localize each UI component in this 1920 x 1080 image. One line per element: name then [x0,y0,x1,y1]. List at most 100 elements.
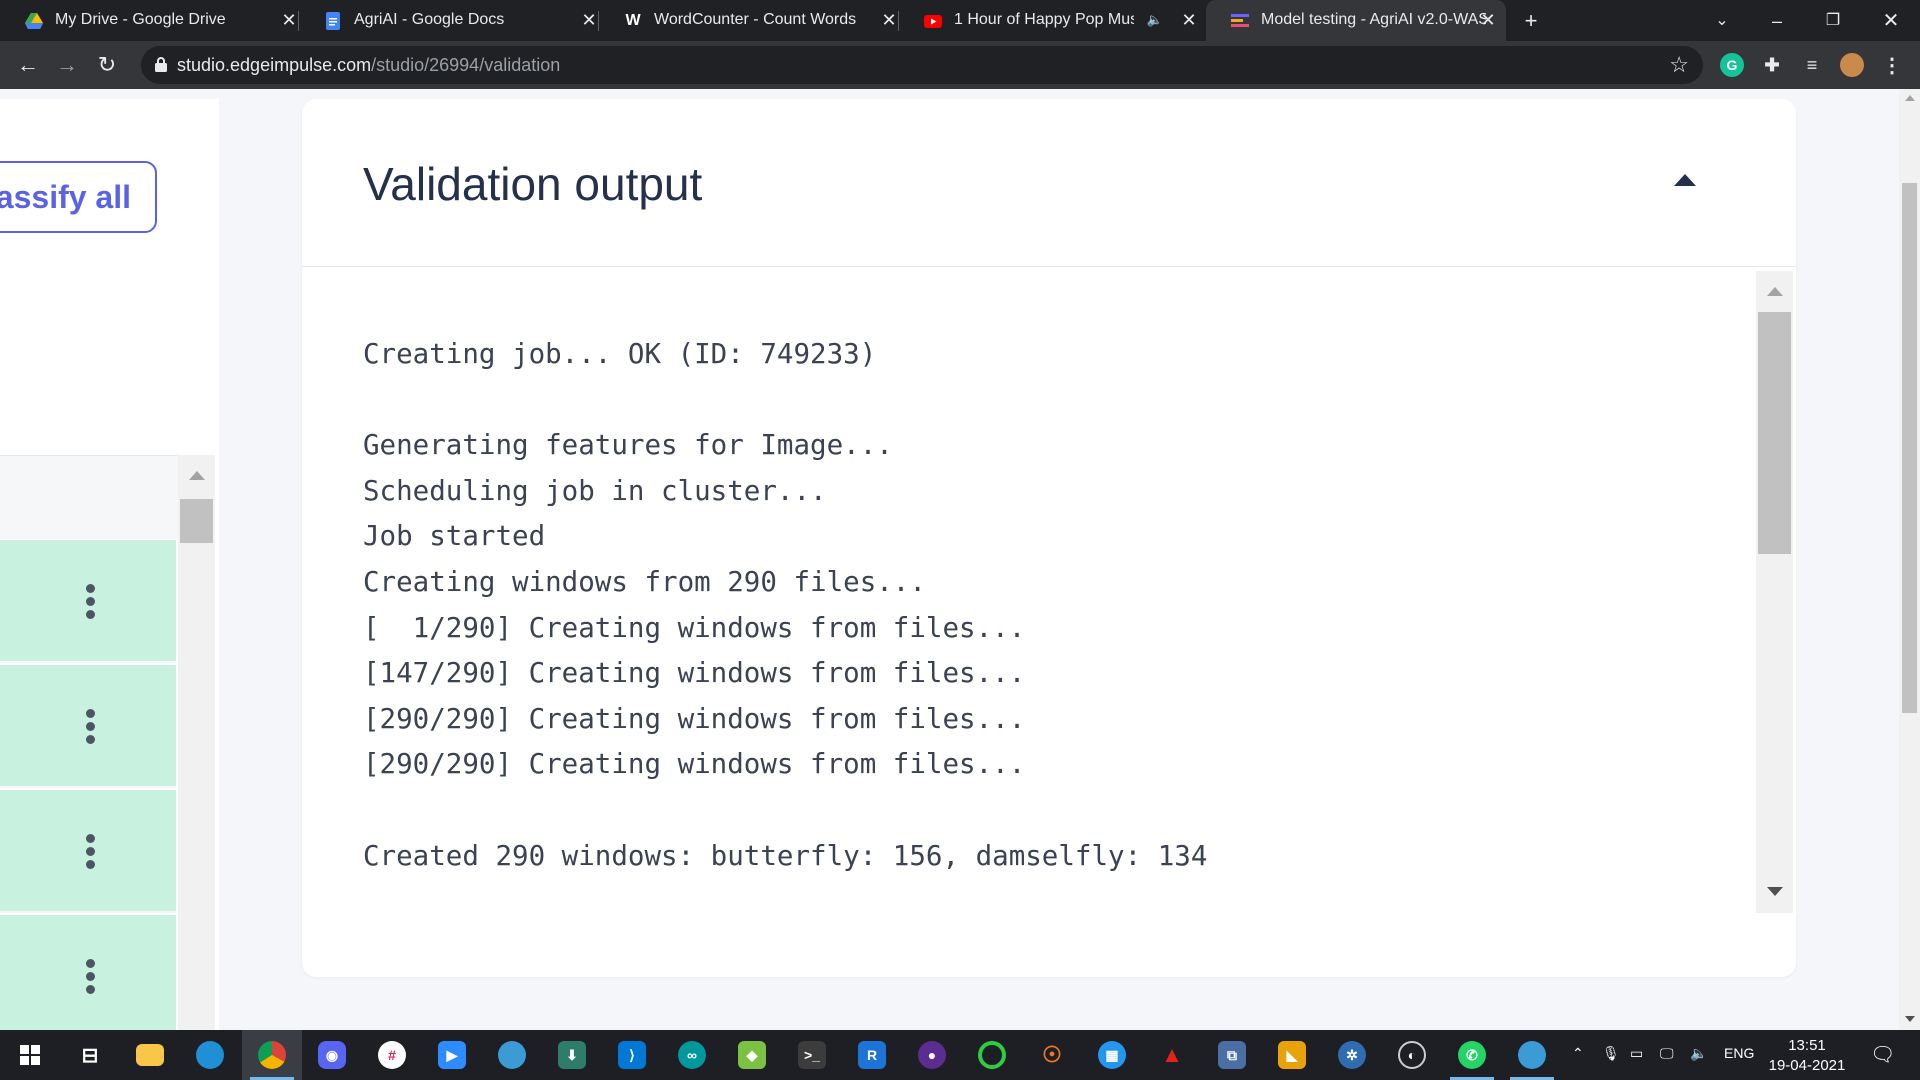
start-button[interactable] [0,1030,60,1080]
system-clock[interactable]: 13:51 19-04-2021 [1760,1036,1854,1076]
chrome-menu-icon[interactable]: ⋮ [1880,53,1904,77]
scroll-up-icon[interactable] [189,471,205,480]
samples-table-header [0,455,178,539]
arduino-icon[interactable]: ∞ [662,1030,722,1080]
window-close-icon[interactable]: ✕ [1876,6,1906,36]
tab-title: Model testing - AgriAI v2.0-WAS [1261,11,1486,28]
jupyter-icon[interactable]: ☉ [1022,1030,1082,1080]
loading-ring-icon[interactable] [962,1030,1022,1080]
whatsapp-glyph: ✆ [1458,1041,1486,1069]
battery-icon[interactable]: ▭ [1630,1045,1643,1062]
microphone-icon[interactable]: 🎙 [1602,1045,1620,1062]
tab-model-testing[interactable]: Model testing - AgriAI v2.0-WAS ✕ [1206,0,1506,41]
slack-icon[interactable]: # [362,1030,422,1080]
scrollbar-thumb[interactable] [1758,312,1791,554]
grammarly-icon[interactable]: G [1720,53,1744,77]
scrollbar-thumb[interactable] [1902,183,1917,713]
file-explorer-icon[interactable] [120,1030,180,1080]
vscode-icon[interactable]: ⟩ [602,1030,662,1080]
edge-browser-icon[interactable] [180,1030,240,1080]
zoom-icon[interactable]: ▶ [422,1030,482,1080]
more-options-icon[interactable] [86,709,96,745]
speaker-icon[interactable]: 🔈 [1144,9,1166,31]
table-row[interactable] [0,915,176,1030]
discord-icon[interactable]: ◉ [302,1030,362,1080]
signal-desktop-icon[interactable] [1502,1030,1562,1080]
tab-google-drive[interactable]: My Drive - Google Drive ✕ [0,0,299,41]
extensions-icon[interactable]: ✚ [1760,53,1784,77]
console-line: Generating features for Image... [363,429,893,462]
acrobat-icon[interactable]: ▲ [1142,1030,1202,1080]
rstudio-icon[interactable]: R [842,1030,902,1080]
more-options-icon[interactable] [86,584,96,620]
aperture-glyph: ✲ [1338,1041,1366,1069]
installer-glyph: ⬇ [558,1041,586,1069]
tab-google-docs[interactable]: AgriAI - Google Docs ✕ [299,0,599,41]
volume-icon[interactable]: 🔈 [1690,1045,1707,1062]
tab-title: My Drive - Google Drive [55,11,226,28]
tab-youtube[interactable]: 1 Hour of Happy Pop Music 🔈 ✕ [899,0,1199,41]
console-line: Creating windows from 290 files... [363,565,926,598]
collapse-caret-icon[interactable] [1674,174,1696,186]
reload-icon[interactable]: ↻ [93,51,121,79]
minimize-icon[interactable]: – [1762,6,1792,36]
windows-logo-icon [20,1045,40,1065]
samples-scrollbar[interactable] [178,455,215,1030]
notifications-icon[interactable]: 🗨 [1870,1042,1895,1067]
close-tab-icon[interactable]: ✕ [1477,9,1499,31]
whatsapp-icon[interactable]: ✆ [1442,1030,1502,1080]
aperture-icon[interactable]: ✲ [1322,1030,1382,1080]
show-hidden-icons-chevron-icon[interactable]: ⌃ [1572,1045,1584,1062]
classify-all-button[interactable]: assify all [0,161,157,233]
network-glyph: ⧉ [1218,1041,1246,1069]
chrome-taskbar-icon[interactable] [242,1030,302,1080]
network-icon[interactable]: 🖵 [1660,1045,1674,1062]
scroll-down-icon[interactable] [1905,1016,1915,1022]
scroll-down-icon[interactable] [1767,887,1783,896]
media-control-icon[interactable]: ≡ [1800,53,1824,77]
task-view-icon[interactable]: ⊟ [60,1030,120,1080]
network-tool-icon[interactable]: ⧉ [1202,1030,1262,1080]
scroll-up-icon[interactable] [1905,95,1915,101]
close-tab-icon[interactable]: ✕ [878,9,900,31]
table-row[interactable] [0,540,176,663]
back-arrow-icon[interactable]: ← [14,51,42,79]
github-glyph: ● [918,1041,946,1069]
language-indicator[interactable]: ENG [1724,1045,1754,1061]
matlab-glyph: ◣ [1278,1041,1306,1069]
close-tab-icon[interactable]: ✕ [578,9,600,31]
more-options-icon[interactable] [86,834,96,870]
console-log: Creating job... OK (ID: 749233) Generatin… [363,332,1207,879]
table-row[interactable] [0,665,176,788]
forward-arrow-icon[interactable]: → [53,51,81,79]
matlab-icon[interactable]: ◣ [1262,1030,1322,1080]
browser-toolbar: ← → ↻ studio.edgeimpulse.com/studio/2699… [0,41,1920,89]
obs-icon[interactable]: ◐ [1382,1030,1442,1080]
more-options-icon[interactable] [86,959,96,995]
restore-icon[interactable]: ❐ [1818,6,1848,36]
close-tab-icon[interactable]: ✕ [1178,9,1200,31]
3d-cube-icon[interactable]: ◆ [722,1030,782,1080]
terminal-icon[interactable]: >_ [782,1030,842,1080]
installer-icon[interactable]: ⬇ [542,1030,602,1080]
scroll-up-icon[interactable] [1767,287,1783,296]
table-row[interactable] [0,790,176,913]
docker-icon[interactable]: ▦ [1082,1030,1142,1080]
new-tab-icon[interactable]: + [1516,6,1546,36]
github-icon[interactable]: ● [902,1030,962,1080]
console-scrollbar[interactable] [1756,271,1793,913]
url-domain: studio.edgeimpulse.com [177,55,372,75]
bookmark-star-icon[interactable]: ☆ [1669,52,1689,78]
chrome-icon [258,1041,286,1069]
avatar[interactable] [1840,53,1864,77]
signal-icon[interactable] [482,1030,542,1080]
close-tab-icon[interactable]: ✕ [278,9,300,31]
address-bar[interactable]: studio.edgeimpulse.com/studio/26994/vali… [141,46,1703,84]
page-scrollbar[interactable] [1899,89,1920,1030]
scrollbar-thumb[interactable] [180,499,213,543]
tab-search-icon[interactable]: ⌄ [1707,6,1737,36]
signal-glyph [498,1041,526,1069]
tab-title: WordCounter - Count Words & C [654,11,859,28]
tab-wordcounter[interactable]: W WordCounter - Count Words & C ✕ [599,0,899,41]
